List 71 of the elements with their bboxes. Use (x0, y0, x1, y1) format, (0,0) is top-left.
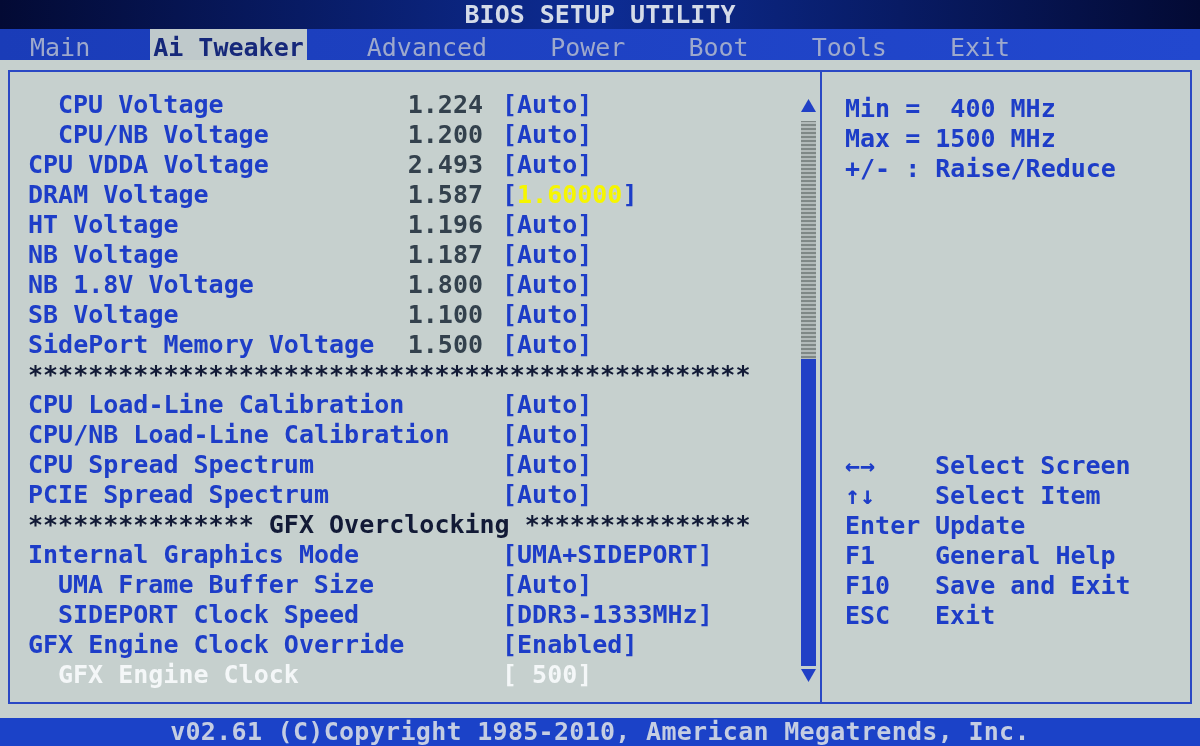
setting-value[interactable]: [Auto] (502, 480, 593, 510)
shortcut-description: Select Screen (935, 451, 1131, 481)
shortcut-key: F1 (845, 541, 876, 571)
menu-tab[interactable]: Exit (946, 29, 1014, 60)
menu-tab[interactable]: Advanced (363, 29, 491, 60)
copyright-text: v02.61 (C)Copyright 1985-2010, American Megatrends, Inc. (170, 718, 1030, 746)
section-separator: ************************************************ (28, 360, 751, 390)
shortcut-key: Enter (845, 511, 921, 541)
setting-label[interactable]: NB 1.8V Voltage (28, 270, 254, 300)
menu-tab[interactable]: Power (547, 29, 629, 60)
voltage-reading: 1.196 (407, 210, 483, 240)
voltage-reading: 2.493 (407, 150, 483, 180)
setting-label[interactable]: SidePort Memory Voltage (28, 330, 375, 360)
menu-tab[interactable]: Tools (808, 29, 890, 60)
shortcut-description: Save and Exit (935, 571, 1131, 601)
setting-label[interactable]: GFX Engine Clock Override (28, 630, 405, 660)
setting-value[interactable]: [UMA+SIDEPORT] (502, 540, 713, 570)
shortcut-description: General Help (935, 541, 1116, 571)
setting-label[interactable]: HT Voltage (28, 210, 179, 240)
setting-value[interactable]: [Auto] (502, 150, 593, 180)
shortcut-key: ↑↓ (845, 481, 876, 511)
setting-value[interactable]: [Auto] (502, 270, 593, 300)
help-text: +/- : Raise/Reduce (845, 154, 1116, 183)
setting-value[interactable]: [Auto] (502, 210, 593, 240)
scroll-down-icon (801, 669, 816, 682)
setting-value[interactable]: [1.60000] (502, 180, 638, 210)
setting-value[interactable]: [Auto] (502, 420, 593, 450)
setting-value[interactable]: [DDR3-1333MHz] (502, 600, 713, 630)
voltage-reading: 1.800 (407, 270, 483, 300)
voltage-reading: 1.187 (407, 240, 483, 270)
shortcut-description: Update (935, 511, 1026, 541)
shortcut-key: ESC (845, 601, 891, 631)
help-text: Min = 400 MHz (845, 94, 1056, 123)
setting-label[interactable]: SIDEPORT Clock Speed (58, 600, 360, 630)
setting-value[interactable]: [Auto] (502, 450, 593, 480)
setting-label[interactable]: SB Voltage (28, 300, 179, 330)
setting-value[interactable]: [Auto] (502, 390, 593, 420)
setting-label[interactable]: CPU/NB Load-Line Calibration (28, 420, 450, 450)
setting-label[interactable]: UMA Frame Buffer Size (58, 570, 375, 600)
setting-value[interactable]: [Enabled] (502, 630, 638, 660)
scroll-up-icon (801, 99, 816, 112)
setting-label[interactable]: CPU Voltage (58, 90, 224, 120)
setting-value[interactable]: [Auto] (502, 90, 593, 120)
shortcut-description: Exit (935, 601, 996, 631)
setting-label[interactable]: CPU Spread Spectrum (28, 450, 314, 480)
section-separator: *************** GFX Overclocking *************** (28, 510, 751, 540)
setting-value[interactable]: [Auto] (502, 330, 593, 360)
voltage-reading: 1.500 (407, 330, 483, 360)
setting-label[interactable]: NB Voltage (28, 240, 179, 270)
setting-label[interactable]: CPU/NB Voltage (58, 120, 269, 150)
voltage-reading: 1.200 (407, 120, 483, 150)
help-text: Max = 1500 MHz (845, 124, 1056, 153)
window-title: BIOS SETUP UTILITY (464, 0, 736, 29)
setting-value[interactable]: [Auto] (502, 570, 593, 600)
voltage-reading: 1.587 (407, 180, 483, 210)
setting-label[interactable]: PCIE Spread Spectrum (28, 480, 330, 510)
voltage-reading: 1.224 (407, 90, 483, 120)
setting-label[interactable]: CPU Load-Line Calibration (28, 390, 405, 420)
shortcut-description: Select Item (935, 481, 1101, 511)
setting-value[interactable]: [Auto] (502, 240, 593, 270)
shortcut-key: ←→ (845, 451, 876, 481)
voltage-reading: 1.100 (407, 300, 483, 330)
setting-label[interactable]: DRAM Voltage (28, 180, 209, 210)
menu-tab[interactable]: Ai Tweaker (150, 29, 307, 60)
setting-label[interactable]: Internal Graphics Mode (28, 540, 360, 570)
menu-tab[interactable]: Main (27, 29, 94, 60)
menu-tab[interactable]: Boot (685, 29, 752, 60)
setting-value[interactable]: [Auto] (502, 300, 593, 330)
setting-label[interactable]: CPU VDDA Voltage (28, 150, 269, 180)
shortcut-key: F10 (845, 571, 891, 601)
setting-value[interactable]: [Auto] (502, 120, 593, 150)
